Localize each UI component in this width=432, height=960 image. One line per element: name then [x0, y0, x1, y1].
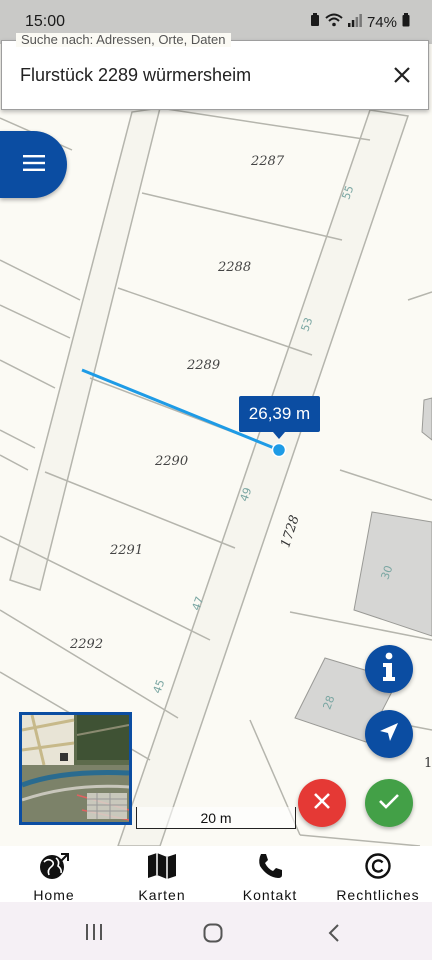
parcel-label: 2288: [218, 260, 252, 275]
nav-label: Home: [33, 887, 75, 903]
satellite-thumbnail: [22, 715, 129, 822]
menu-button[interactable]: [0, 131, 67, 198]
search-legend: Suche nach: Adressen, Orte, Daten: [16, 33, 231, 47]
cancel-button[interactable]: [298, 779, 346, 827]
battery-percent: 74%: [366, 13, 397, 31]
search-input[interactable]: Flurstück 2289 würmersheim: [20, 65, 251, 86]
battery-icon: [402, 13, 410, 31]
map-icon: [147, 852, 177, 884]
phone-icon: [256, 852, 284, 884]
signal-icon: [347, 13, 362, 31]
parcel-label: 2291: [110, 543, 144, 558]
globe-icon: [39, 852, 69, 884]
close-icon[interactable]: [390, 63, 414, 87]
nav-item-rechtliches[interactable]: Rechtliches: [324, 846, 432, 903]
search-field[interactable]: Suche nach: Adressen, Orte, Daten Flurst…: [1, 33, 429, 110]
recent-apps-icon[interactable]: [84, 923, 104, 945]
locate-button[interactable]: [365, 710, 413, 758]
status-time: 15:00: [25, 13, 66, 30]
parcel-label: 2287: [251, 154, 285, 169]
info-button[interactable]: [365, 645, 413, 693]
nav-label: Karten: [138, 887, 186, 903]
wifi-icon: [325, 13, 343, 31]
basemap-switcher[interactable]: [19, 712, 132, 825]
back-icon[interactable]: [327, 923, 341, 947]
home-circle-icon[interactable]: [203, 923, 223, 947]
system-navigation-bar: [0, 902, 432, 960]
check-icon: [378, 792, 400, 814]
bottom-navigation: Home Karten Kontakt Rechtliches: [0, 846, 432, 903]
copyright-icon: [364, 852, 392, 884]
partial-map-label: 1: [424, 756, 432, 771]
nav-label: Rechtliches: [336, 887, 420, 903]
confirm-button[interactable]: [365, 779, 413, 827]
scale-bar: 20 m: [136, 807, 296, 829]
measurement-endpoint: [271, 442, 287, 458]
parcel-label: 2292: [70, 637, 104, 652]
parcel-label: 2290: [155, 454, 189, 469]
battery-saver-icon: [310, 13, 320, 31]
parcel-label: 2289: [187, 358, 221, 373]
measurement-label: 26,39 m: [239, 396, 320, 439]
nav-item-home[interactable]: Home: [0, 846, 108, 903]
info-icon: [377, 652, 401, 686]
nav-item-kontakt[interactable]: Kontakt: [216, 846, 324, 903]
hamburger-icon: [22, 154, 45, 175]
status-icons: 74%: [310, 13, 410, 31]
navigation-arrow-icon: [378, 721, 400, 747]
nav-item-karten[interactable]: Karten: [108, 846, 216, 903]
nav-label: Kontakt: [242, 887, 298, 903]
close-icon: [313, 792, 331, 814]
